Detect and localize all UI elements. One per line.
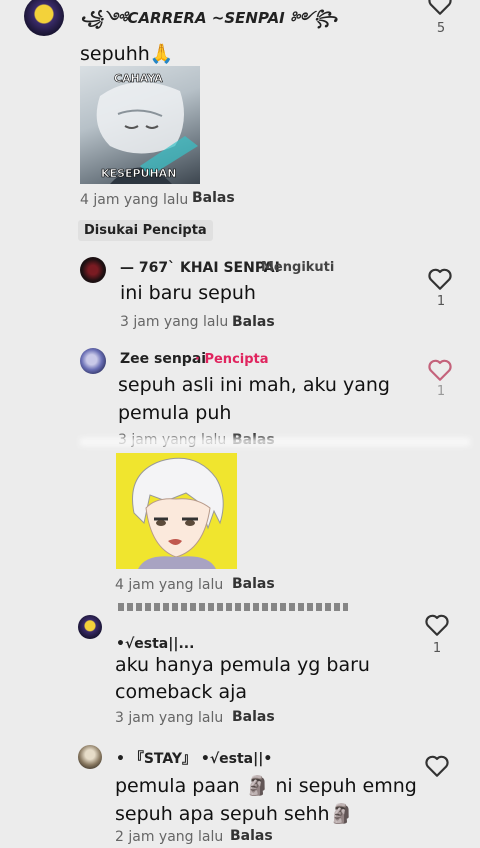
comment-username[interactable]: — 767` KHAI SENPAI: [120, 260, 280, 276]
like-count: 1: [436, 294, 446, 309]
sticker-image[interactable]: [116, 453, 237, 569]
like-button[interactable]: [424, 613, 450, 637]
comment-text-line: sepuh apa sepuh sehh🗿: [115, 803, 354, 825]
like-count: 1: [432, 641, 442, 656]
sticker-image[interactable]: CAHAYA KESEPUHAN: [80, 66, 200, 184]
comment-timestamp: 3 jam yang lalu: [115, 710, 224, 726]
reply-button[interactable]: Balas: [192, 190, 235, 206]
comment-timestamp: 4 jam yang lalu: [80, 192, 189, 208]
reply-button[interactable]: Balas: [232, 576, 275, 592]
sticker-bottom-text: KESEPUHAN: [101, 167, 177, 181]
comment-timestamp: 3 jam yang lalu: [120, 314, 229, 330]
avatar[interactable]: [24, 0, 64, 36]
sticker-top-text: CAHAYA: [114, 72, 163, 86]
heart-icon: [428, 268, 452, 290]
like-count: 1: [436, 384, 446, 399]
comment-text-line: aku hanya pemula yg baru: [115, 654, 370, 676]
comment-text-line: pemula paan 🗿 ni sepuh emng: [115, 775, 417, 797]
comment-text: sepuhh🙏: [80, 43, 174, 65]
heart-icon: [425, 755, 449, 777]
avatar[interactable]: [78, 745, 102, 769]
comment-text: ini baru sepuh: [120, 282, 256, 304]
like-button[interactable]: [427, 358, 453, 382]
avatar[interactable]: [78, 615, 102, 639]
collapsed-header-strip: [118, 603, 348, 613]
comment-username[interactable]: •√esta||...: [116, 636, 194, 652]
following-label: Mengikuti: [261, 260, 335, 275]
heart-icon: [428, 359, 452, 381]
like-count: 5: [436, 21, 446, 36]
avatar[interactable]: [80, 348, 106, 374]
like-button[interactable]: [427, 267, 453, 291]
heart-icon: [428, 0, 452, 15]
comment-username[interactable]: Zee senpai: [120, 351, 206, 367]
comment-text-line: pemula puh: [118, 402, 232, 424]
comment-username[interactable]: • 『STAY』 •√esta||•: [116, 748, 272, 768]
like-button[interactable]: [424, 754, 450, 778]
comment-text-line: comeback aja: [115, 681, 248, 703]
comment-text-line: sepuh asli ini mah, aku yang: [118, 374, 390, 396]
reply-button[interactable]: Balas: [232, 709, 275, 725]
comment-timestamp: 2 jam yang lalu: [115, 829, 224, 845]
chibi-sticker-art: [132, 457, 224, 569]
glow-divider: [80, 438, 470, 446]
heart-icon: [425, 614, 449, 636]
creator-label: · Pencipta: [195, 352, 269, 367]
reply-button[interactable]: Balas: [232, 314, 275, 330]
reply-button[interactable]: Balas: [230, 828, 273, 844]
comment-username[interactable]: ꧁༺CARRERA ~SENPAI ༻꧂: [80, 2, 337, 44]
like-button[interactable]: [427, 0, 453, 16]
liked-by-creator-badge: Disukai Pencipta: [78, 220, 213, 241]
comment-timestamp: 4 jam yang lalu: [115, 577, 224, 593]
avatar[interactable]: [80, 257, 106, 283]
